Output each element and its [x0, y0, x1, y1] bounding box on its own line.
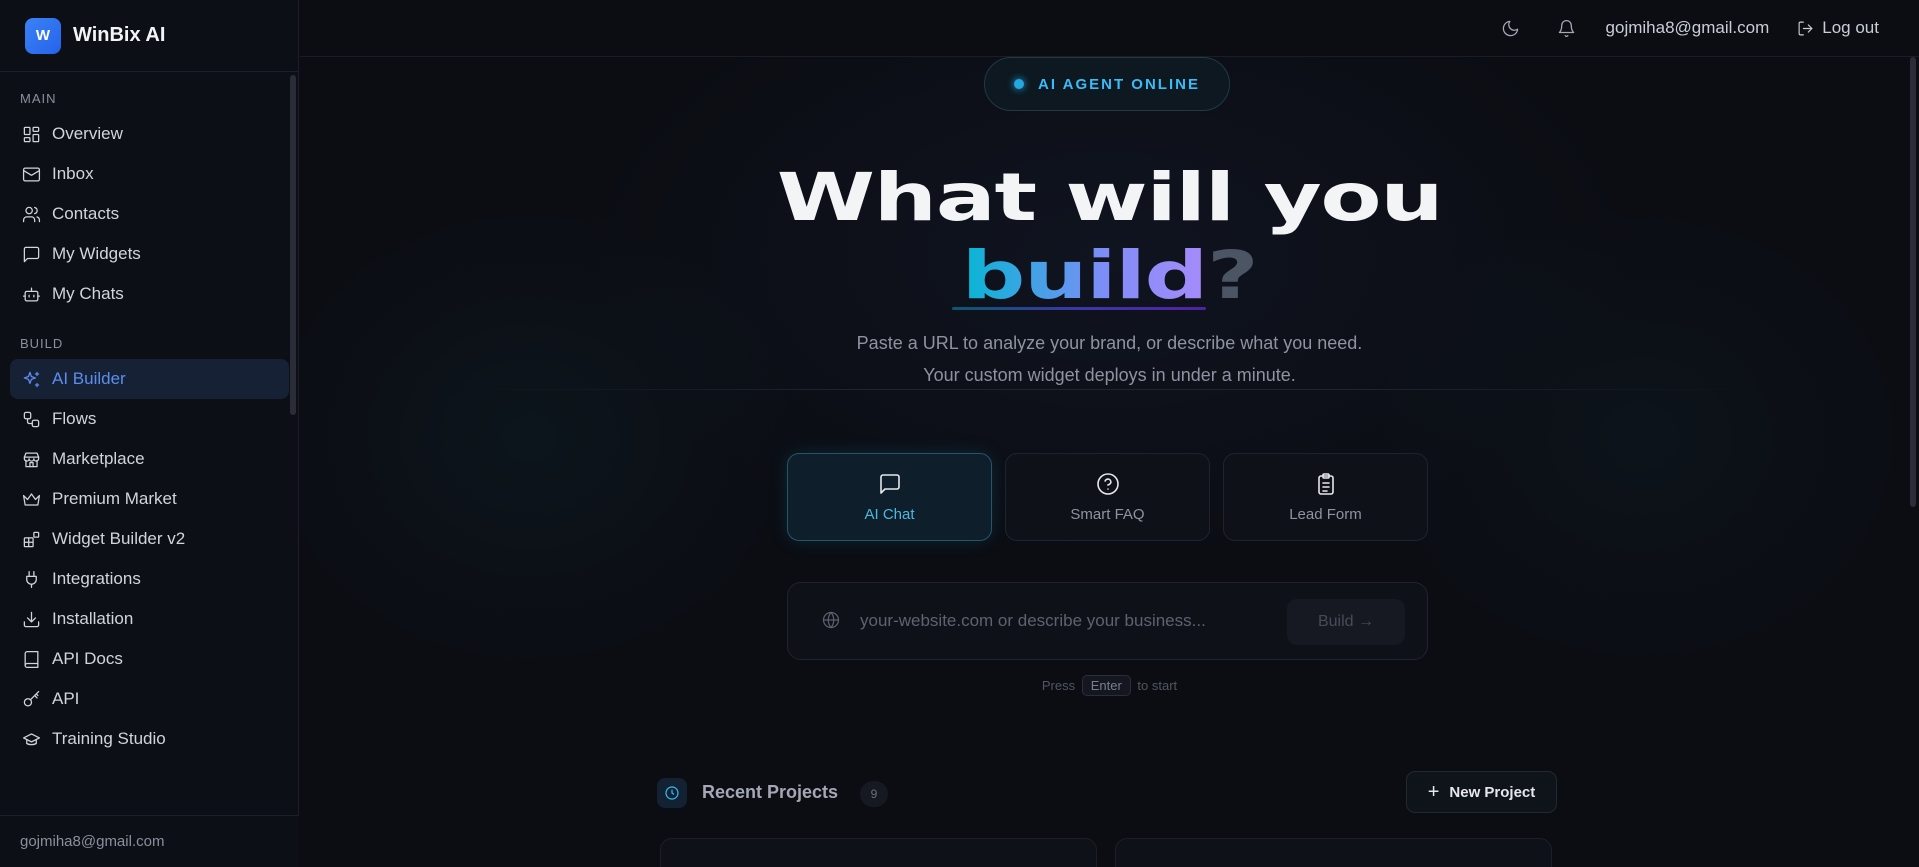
hint-suffix: to start — [1137, 678, 1178, 693]
clipboard-icon — [1314, 472, 1338, 506]
brand-logo: W — [25, 17, 61, 54]
sidebar-item-label: Inbox — [52, 164, 94, 183]
user-email[interactable]: gojmiha8@gmail.com — [1606, 18, 1770, 38]
mode-ai-chat[interactable]: AI Chat — [787, 453, 992, 541]
store-icon — [21, 449, 41, 469]
plug-icon — [21, 569, 41, 589]
title-underline — [952, 307, 1206, 310]
sidebar-item-widget-builder-v2[interactable]: Widget Builder v2 — [10, 519, 289, 559]
new-project-label: New Project — [1449, 783, 1536, 801]
sidebar-item-my-widgets[interactable]: My Widgets — [10, 234, 289, 274]
blocks-icon — [21, 529, 41, 549]
users-icon — [21, 204, 41, 224]
sidebar-item-label: Widget Builder v2 — [52, 529, 186, 548]
build-input-box: Build → — [787, 582, 1428, 660]
section-label-build: BUILD — [20, 336, 64, 351]
hero-title-highlight: build — [961, 237, 1209, 314]
sidebar-scrollbar[interactable] — [290, 75, 296, 415]
sidebar-item-label: Overview — [52, 124, 123, 143]
project-card[interactable] — [660, 838, 1097, 867]
grid-icon — [21, 124, 41, 144]
sidebar-item-api-docs[interactable]: API Docs — [10, 639, 289, 679]
logout-button[interactable]: Log out — [1797, 18, 1879, 38]
sidebar-item-contacts[interactable]: Contacts — [10, 194, 289, 234]
hero-title-mark: ? — [1206, 237, 1259, 314]
keyboard-hint: Press Enter to start — [300, 675, 1919, 696]
sidebar-item-marketplace[interactable]: Marketplace — [10, 439, 289, 479]
sidebar-item-inbox[interactable]: Inbox — [10, 154, 289, 194]
recent-projects-count: 9 — [860, 781, 888, 807]
sparkles-icon — [21, 369, 41, 389]
plus-icon: + — [1427, 780, 1440, 803]
sidebar-item-label: Flows — [52, 409, 97, 428]
sidebar-user-email[interactable]: gojmiha8@gmail.com — [0, 815, 299, 867]
key-icon — [21, 689, 41, 709]
build-input[interactable] — [860, 601, 1270, 641]
section-label-main: MAIN — [20, 91, 57, 106]
sidebar-item-label: API — [52, 689, 80, 708]
project-card[interactable] — [1115, 838, 1552, 867]
topbar: gojmiha8@gmail.com Log out — [300, 0, 1919, 57]
book-icon — [21, 649, 41, 669]
hero-title-line1: What will you — [776, 159, 1444, 236]
enter-key: Enter — [1081, 675, 1131, 696]
mode-label: AI Chat — [864, 505, 915, 523]
new-project-button[interactable]: + New Project — [1406, 771, 1557, 813]
bot-icon — [21, 284, 41, 304]
mode-smart-faq[interactable]: Smart FAQ — [1005, 453, 1210, 541]
sidebar-item-label: Integrations — [52, 569, 141, 588]
sidebar-item-installation[interactable]: Installation — [10, 599, 289, 639]
brand[interactable]: W WinBix AI — [0, 0, 298, 72]
sidebar-item-label: My Chats — [52, 284, 124, 303]
sidebar-item-flows[interactable]: Flows — [10, 399, 289, 439]
brand-name: WinBix AI — [73, 24, 166, 46]
crown-icon — [21, 489, 41, 509]
sidebar-item-training-studio[interactable]: Training Studio — [10, 719, 289, 759]
hero-subtitle-line2: Your custom widget deploys in under a mi… — [923, 365, 1296, 385]
sidebar-item-api[interactable]: API — [10, 679, 289, 719]
status-dot — [1014, 79, 1025, 89]
logout-icon — [1797, 20, 1822, 37]
sidebar-item-overview[interactable]: Overview — [10, 114, 289, 154]
globe-icon — [821, 610, 843, 632]
sidebar-item-label: Marketplace — [52, 449, 145, 468]
sidebar-item-integrations[interactable]: Integrations — [10, 559, 289, 599]
chat-icon — [878, 472, 902, 506]
clock-icon — [657, 778, 687, 808]
mode-label: Smart FAQ — [1070, 505, 1145, 523]
help-circle-icon — [1096, 472, 1120, 506]
sidebar-item-my-chats[interactable]: My Chats — [10, 274, 289, 314]
sidebar-item-premium-market[interactable]: Premium Market — [10, 479, 289, 519]
mode-lead-form[interactable]: Lead Form — [1223, 453, 1428, 541]
workflow-icon — [21, 409, 41, 429]
download-icon — [21, 609, 41, 629]
sidebar-item-label: Installation — [52, 609, 134, 628]
sidebar-item-label: Training Studio — [52, 729, 166, 748]
sidebar-item-label: API Docs — [52, 649, 123, 668]
message-square-icon — [21, 244, 41, 264]
main-content: AI AGENT ONLINE What will you build? Pas… — [300, 57, 1919, 867]
hero-subtitle-line1: Paste a URL to analyze your brand, or de… — [856, 333, 1363, 353]
sidebar: W WinBix AI MAIN Overview Inbox Contacts… — [0, 0, 299, 867]
logout-label: Log out — [1822, 18, 1879, 37]
hint-prefix: Press — [1041, 678, 1076, 693]
divider — [460, 389, 1760, 390]
bell-icon[interactable] — [1556, 17, 1578, 39]
recent-projects-title: Recent Projects — [702, 782, 839, 802]
mode-label: Lead Form — [1289, 505, 1362, 523]
sidebar-item-label: Contacts — [52, 204, 120, 223]
sidebar-item-label: My Widgets — [52, 244, 141, 263]
sidebar-item-ai-builder[interactable]: AI Builder — [10, 359, 289, 399]
status-badge: AI AGENT ONLINE — [984, 57, 1230, 111]
moon-icon[interactable] — [1500, 17, 1522, 39]
status-text: AI AGENT ONLINE — [1038, 75, 1200, 93]
sidebar-item-label: Premium Market — [52, 489, 177, 508]
hero-title-line2: build? — [300, 243, 1919, 309]
build-button[interactable]: Build → — [1287, 599, 1405, 645]
graduation-cap-icon — [21, 729, 41, 749]
sidebar-nav: MAIN Overview Inbox Contacts My Widgets … — [0, 73, 299, 814]
sidebar-item-label: AI Builder — [52, 369, 126, 388]
mail-icon — [21, 164, 41, 184]
